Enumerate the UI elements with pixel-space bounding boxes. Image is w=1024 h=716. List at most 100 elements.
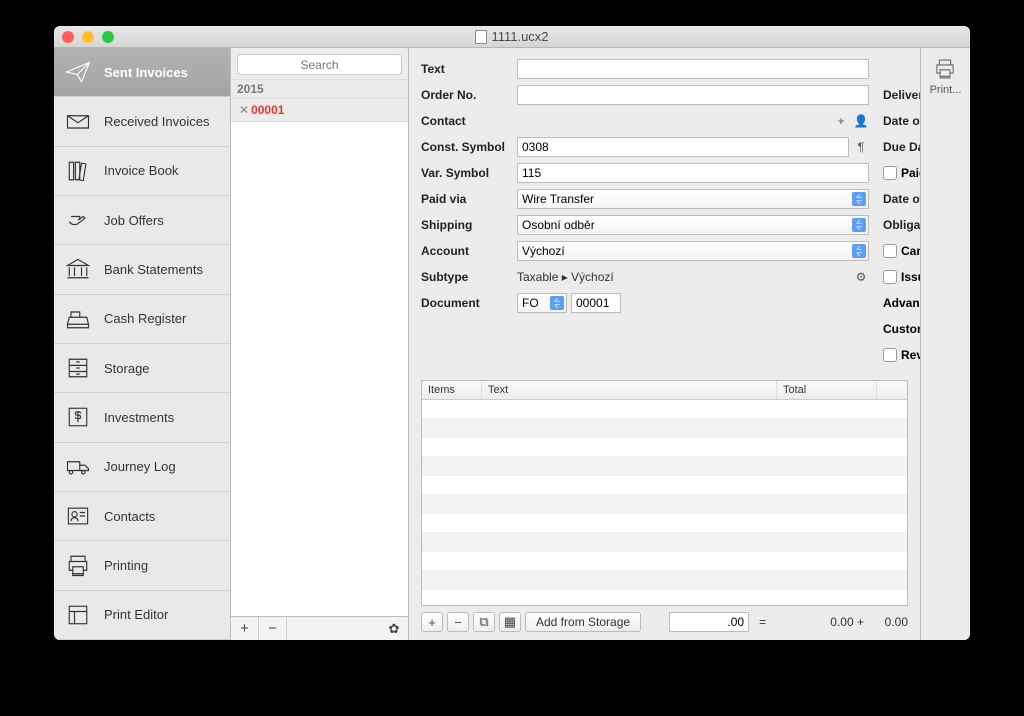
document-icon [475, 30, 487, 44]
sidebar-item-label: Journey Log [104, 459, 176, 474]
subtype-config-icon[interactable]: ⚙ [853, 269, 869, 285]
amount-input[interactable] [669, 612, 749, 632]
remove-item-button[interactable]: − [447, 612, 469, 632]
currency-checkbox[interactable] [883, 270, 897, 284]
table-row[interactable] [422, 476, 907, 495]
sidebar-item-journey-log[interactable]: Journey Log [54, 443, 230, 492]
print-label: Print... [930, 84, 962, 96]
sidebar-item-invoice-book[interactable]: Invoice Book [54, 147, 230, 196]
invoice-id-label: 00001 [251, 103, 284, 117]
add-invoice-button[interactable]: + [231, 617, 259, 640]
sidebar-item-label: Bank Statements [104, 262, 203, 277]
paper-plane-icon [64, 58, 92, 86]
print-button[interactable]: Print... [930, 56, 962, 96]
add-contact-button[interactable]: + [833, 113, 849, 129]
duplicate-item-button[interactable]: ⧉ [473, 612, 495, 632]
subtype-label: Subtype [421, 270, 513, 284]
cancelled-checkbox[interactable] [883, 244, 897, 258]
order-input[interactable] [517, 85, 869, 105]
table-row[interactable] [422, 495, 907, 514]
equals-label: = [759, 615, 766, 629]
paid-label: Paid [901, 166, 920, 180]
add-from-storage-button[interactable]: Add from Storage [525, 612, 641, 632]
table-row[interactable] [422, 552, 907, 571]
remove-invoice-button[interactable]: − [259, 617, 287, 640]
const-symbol-input[interactable] [517, 137, 849, 157]
search-input[interactable] [237, 54, 402, 75]
grid-button[interactable]: ▦ [499, 612, 521, 632]
delivery-note-label: Delivery Note No. [883, 88, 920, 102]
sidebar-item-received-invoices[interactable]: Received Invoices [54, 97, 230, 146]
taxable-supply-label: Date of Taxable Supply [883, 192, 920, 206]
total-label: 0.00 [868, 615, 908, 629]
total-col-header[interactable]: Total [777, 381, 877, 399]
bank-icon [64, 255, 92, 283]
dollar-icon [64, 403, 92, 431]
table-row[interactable] [422, 533, 907, 552]
titlebar: 1111.ucx2 [54, 26, 970, 48]
sidebar-item-job-offers[interactable]: Job Offers [54, 196, 230, 245]
contacts-icon [64, 502, 92, 530]
sidebar-item-label: Cash Register [104, 311, 186, 326]
document-label: Document [421, 296, 513, 310]
cash-register-icon [64, 305, 92, 333]
contact-person-icon[interactable]: 👤 [853, 113, 869, 129]
text-input[interactable] [517, 59, 869, 79]
pilcrow-icon[interactable]: ¶ [853, 139, 869, 155]
due-date-label: Due Date [883, 140, 920, 154]
table-row[interactable] [422, 457, 907, 476]
sidebar-item-printing[interactable]: Printing [54, 541, 230, 590]
sidebar-item-investments[interactable]: Investments [54, 393, 230, 442]
table-row[interactable] [422, 514, 907, 533]
table-row[interactable] [422, 438, 907, 457]
var-symbol-input[interactable] [517, 163, 869, 183]
contact-label: Contact [421, 114, 513, 128]
text-col-header[interactable]: Text [482, 381, 777, 399]
drawers-icon [64, 354, 92, 382]
paid-checkbox[interactable] [883, 166, 897, 180]
sidebar-item-label: Invoice Book [104, 163, 178, 178]
table-row[interactable] [422, 590, 907, 605]
reverse-charge-checkbox[interactable] [883, 348, 897, 362]
envelope-icon [64, 107, 92, 135]
layout-icon [64, 601, 92, 629]
table-row[interactable] [422, 571, 907, 590]
right-toolbar: Print... [920, 48, 970, 640]
subtype-value: Taxable ▸ Výchozí [517, 270, 849, 284]
sidebar-item-label: Investments [104, 410, 174, 425]
cancelled-label: Cancelled [901, 244, 920, 258]
subtotal-label: 0.00 + [830, 615, 864, 629]
document-type-select[interactable]: FO [517, 293, 567, 313]
extra-col-header[interactable] [877, 381, 907, 399]
currency-label: Issued in Another Currency [901, 270, 920, 284]
table-row[interactable] [422, 400, 907, 419]
books-icon [64, 157, 92, 185]
year-header: 2015 [231, 80, 408, 99]
table-row[interactable] [422, 419, 907, 438]
sidebar-item-storage[interactable]: Storage [54, 344, 230, 393]
document-number-input[interactable] [571, 293, 621, 313]
const-symbol-label: Const. Symbol [421, 140, 513, 154]
sidebar-item-label: Contacts [104, 509, 155, 524]
items-col-header[interactable]: Items [422, 381, 482, 399]
paid-via-select[interactable]: Wire Transfer [517, 189, 869, 209]
sidebar-item-label: Job Offers [104, 213, 164, 228]
add-item-button[interactable]: + [421, 612, 443, 632]
reverse-charge-label: Reverse Charge [901, 348, 920, 362]
sidebar-item-bank-statements[interactable]: Bank Statements [54, 245, 230, 294]
printer-icon [931, 56, 959, 82]
account-select[interactable]: Výchozí [517, 241, 869, 261]
sidebar-item-cash-register[interactable]: Cash Register [54, 295, 230, 344]
order-label: Order No. [421, 88, 513, 102]
invoice-list-item[interactable]: ✕ 00001 [231, 99, 408, 122]
list-settings-button[interactable]: ✿ [380, 621, 408, 637]
paid-via-label: Paid via [421, 192, 513, 206]
sidebar: Sent Invoices Received Invoices Invoice … [54, 48, 231, 640]
sidebar-item-print-editor[interactable]: Print Editor [54, 591, 230, 640]
sidebar-item-contacts[interactable]: Contacts [54, 492, 230, 541]
issuance-date-label: Date of Issuance [883, 114, 920, 128]
sidebar-item-sent-invoices[interactable]: Sent Invoices [54, 48, 230, 97]
shipping-select[interactable]: Osobní odběr [517, 215, 869, 235]
var-symbol-label: Var. Symbol [421, 166, 513, 180]
advance-bills-label: Advance Bills [883, 296, 920, 310]
